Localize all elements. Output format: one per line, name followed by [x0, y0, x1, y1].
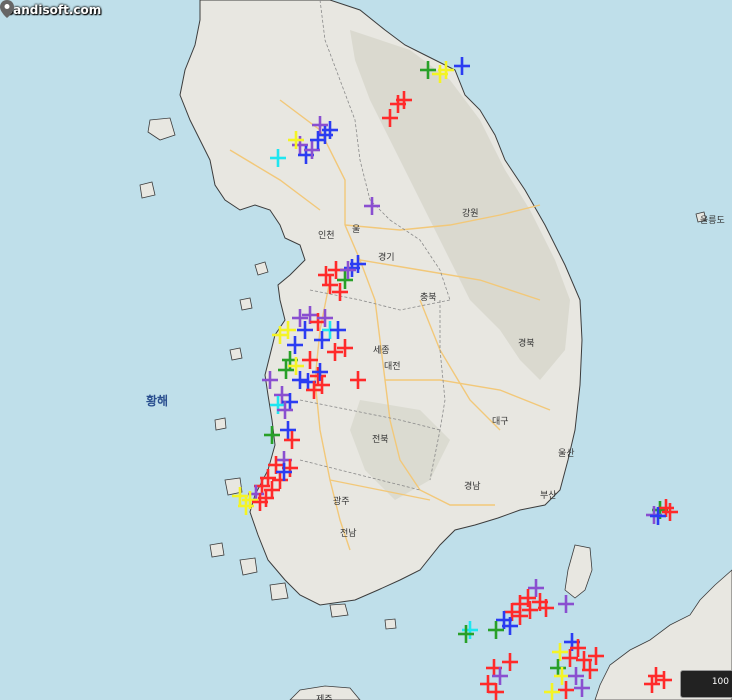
label-jeju: 제주 [316, 695, 333, 700]
scale-control[interactable]: 100 [680, 670, 732, 698]
lightning-strike-88 [462, 621, 478, 639]
tsushima-island [564, 544, 593, 599]
label-yellow-sea: 황해 [146, 394, 169, 408]
label-gangwon: 강원 [462, 209, 479, 219]
lightning-strike-105 [480, 675, 496, 693]
map-pin-icon[interactable] [0, 0, 14, 18]
label-jeonnam: 전남 [340, 529, 357, 539]
lightning-strike-76 [528, 579, 544, 597]
lightning-strike-95 [550, 659, 566, 677]
label-gyeonggi: 경기 [378, 253, 395, 263]
lightning-strike-106 [502, 653, 518, 671]
label-sejong: 세종 [373, 346, 390, 356]
label-daegu: 대구 [492, 417, 509, 427]
lightning-strike-99 [558, 681, 574, 699]
label-incheon: 인천 [318, 231, 335, 241]
map-base [139, 0, 732, 700]
label-chungbuk: 충북 [420, 293, 437, 303]
label-gyeongnam: 경남 [464, 482, 481, 492]
lightning-map[interactable]: Bandisoft.com 인천 울 강원 경기 충북 세종 대전 경북 대구 … [0, 0, 732, 700]
watermark-text: Bandisoft.com [4, 3, 102, 17]
label-ulsan: 울산 [558, 449, 575, 459]
label-seoul: 울 [352, 225, 361, 235]
lightning-strike-89 [458, 625, 474, 643]
lightning-strike-75 [662, 503, 678, 521]
scale-label: 100 [711, 677, 729, 687]
label-jeonbuk: 전북 [372, 435, 389, 445]
lightning-strike-80 [504, 603, 520, 621]
label-gyeongbuk: 경북 [518, 339, 535, 349]
label-ulleungdo: 울릉도 [700, 216, 725, 226]
label-busan: 부산 [540, 491, 557, 501]
lightning-strike-87 [488, 621, 504, 639]
lightning-strike-100 [544, 683, 560, 700]
lightning-strike-86 [558, 595, 574, 613]
label-gwangju: 광주 [333, 497, 350, 507]
label-daejeon: 대전 [384, 362, 401, 372]
lightning-strike-96 [554, 667, 570, 685]
lightning-strike-107 [488, 683, 504, 700]
